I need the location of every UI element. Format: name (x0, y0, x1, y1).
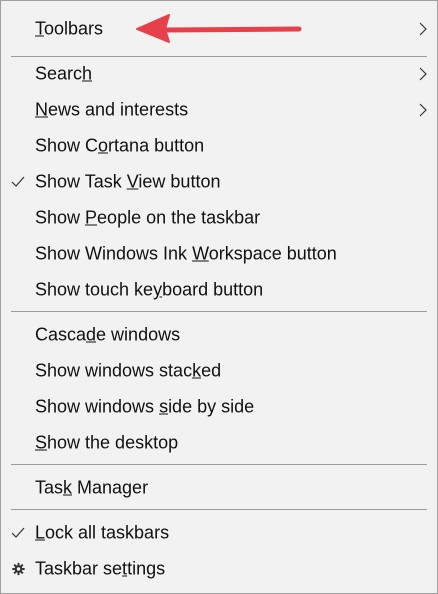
menu-item-show-cortana-button[interactable]: Show Cortana button (1, 128, 437, 164)
menu-item-label: Taskbar settings (35, 558, 166, 579)
menu-item-show-windows-side-by-side[interactable]: Show windows side by side (1, 389, 437, 425)
menu-item-lock-all-taskbars[interactable]: Lock all taskbars (1, 515, 437, 551)
menu-item-show-touch-keyboard[interactable]: Show touch keyboard button (1, 272, 437, 308)
menu-item-label: Show windows side by side (35, 396, 255, 417)
chevron-right-icon (419, 22, 427, 36)
menu-item-label: Show Windows Ink Workspace button (35, 243, 337, 264)
menu-item-news-and-interests[interactable]: News and interests (1, 92, 437, 128)
menu-item-label: News and interests (35, 99, 189, 120)
menu-separator (11, 311, 427, 312)
check-icon (11, 176, 25, 187)
menu-item-taskbar-settings[interactable]: Taskbar settings (1, 551, 437, 587)
menu-item-label: Show touch keyboard button (35, 279, 264, 300)
chevron-right-icon (419, 67, 427, 81)
menu-item-show-windows-stacked[interactable]: Show windows stacked (1, 353, 437, 389)
menu-item-search[interactable]: Search (1, 56, 437, 92)
menu-item-show-ink-workspace[interactable]: Show Windows Ink Workspace button (1, 236, 437, 272)
menu-item-label: Show Cortana button (35, 135, 205, 156)
menu-item-label: Show the desktop (35, 432, 179, 453)
menu-item-show-task-view-button[interactable]: Show Task View button (1, 164, 437, 200)
menu-item-label: Toolbars (35, 18, 104, 39)
menu-item-cascade-windows[interactable]: Cascade windows (1, 317, 437, 353)
menu-item-show-people[interactable]: Show People on the taskbar (1, 200, 437, 236)
menu-item-label: Show People on the taskbar (35, 207, 261, 228)
red-arrow-icon (136, 14, 302, 43)
menu-item-label: Search (35, 63, 93, 84)
menu-item-label: Cascade windows (35, 324, 181, 345)
menu-item-label: Show Task View button (35, 171, 221, 192)
taskbar-context-menu: Toolbars Search News and interests Show … (0, 0, 438, 594)
menu-item-label: Task Manager (35, 477, 149, 498)
gear-icon (12, 562, 25, 576)
menu-item-label: Lock all taskbars (35, 522, 170, 543)
menu-item-show-the-desktop[interactable]: Show the desktop (1, 425, 437, 461)
menu-item-label: Show windows stacked (35, 360, 222, 381)
check-icon (11, 527, 25, 538)
chevron-right-icon (419, 103, 427, 117)
menu-separator (11, 509, 427, 510)
menu-separator (11, 464, 427, 465)
menu-item-task-manager[interactable]: Task Manager (1, 470, 437, 506)
